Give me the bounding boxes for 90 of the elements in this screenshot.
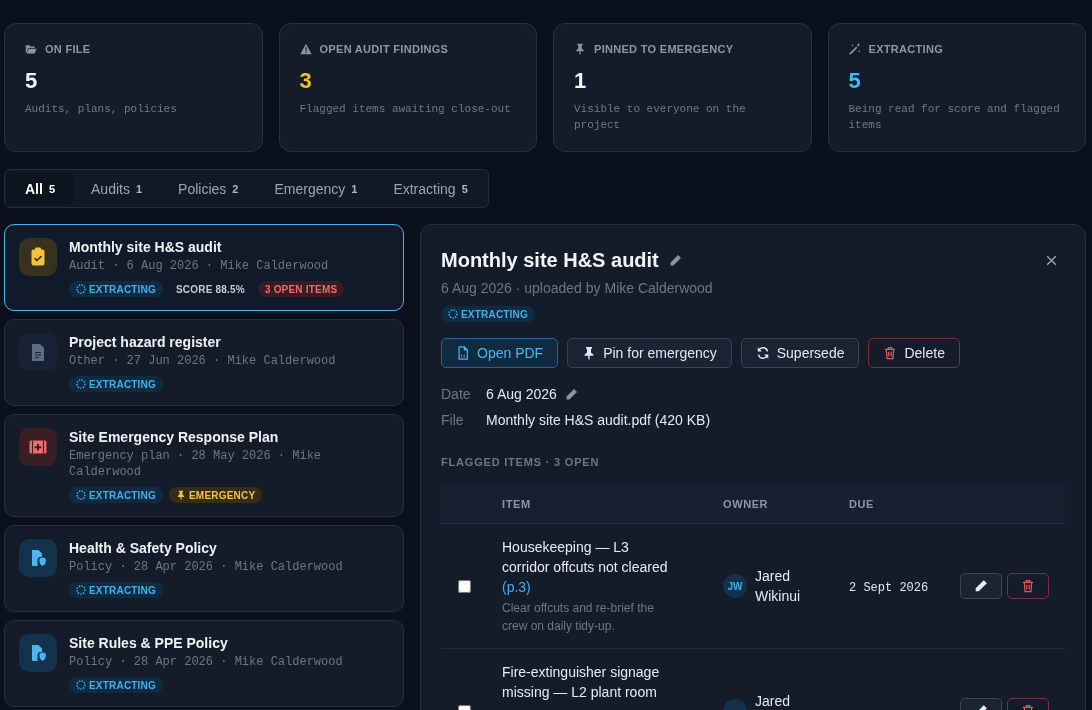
score-label: SCORE 88.5% [175, 282, 246, 297]
filter-tab[interactable]: Audits 1 [73, 172, 161, 205]
file-shield-icon [19, 634, 57, 672]
badge-label: EXTRACTING [461, 308, 528, 320]
warning-icon [299, 43, 312, 55]
delete-button[interactable] [1007, 573, 1049, 599]
trash-icon [1021, 579, 1035, 593]
badge-label: EXTRACTING [89, 378, 156, 390]
document-title: Project hazard register [69, 333, 222, 351]
field-value: Monthly site H&S audit.pdf (420 KB) [486, 411, 711, 430]
spinner-icon [76, 490, 86, 500]
stat-label: PINNED TO EMERGENCY [594, 42, 734, 56]
spinner-icon [76, 680, 86, 690]
badge-label: EXTRACTING [89, 584, 156, 596]
due-date: 2 Sept 2026 [848, 581, 929, 595]
pencil-icon[interactable] [564, 387, 578, 401]
stat-description: Being read for score and flagged items [848, 102, 1061, 133]
document-icon [19, 333, 57, 371]
edit-button[interactable] [960, 573, 1002, 599]
spinner-icon [76, 284, 86, 294]
stat-value: 5 [25, 67, 38, 95]
spinner-icon [448, 309, 458, 319]
document-card[interactable]: Project hazard register Other · 27 Jun 2026 · Mike Calderwood EXTRACTING [4, 319, 404, 406]
filter-tab[interactable]: Extracting 5 [375, 172, 486, 205]
filter-tab[interactable]: All 5 [7, 172, 73, 205]
delete-button[interactable]: Delete [868, 338, 960, 368]
section-heading: FLAGGED ITEMS · 3 OPEN [441, 455, 600, 469]
magic-wand-icon [848, 43, 861, 55]
stat-value: 1 [574, 67, 587, 95]
pencil-icon[interactable] [668, 253, 682, 267]
owner-name: Jared Wikinui [755, 567, 802, 606]
folder-icon [25, 43, 37, 55]
stat-label: EXTRACTING [868, 42, 943, 56]
document-title: Site Rules & PPE Policy [69, 634, 229, 652]
item-title: Housekeeping — L3 corridor offcuts not cleared (p.3) [502, 538, 669, 597]
document-meta: Policy · 28 Apr 2026 · Mike Calderwood [69, 654, 344, 670]
file-shield-icon [19, 539, 57, 577]
row-checkbox[interactable] [457, 579, 471, 593]
badge-label: EXTRACTING [89, 283, 156, 295]
badge-label: EXTRACTING [89, 679, 156, 691]
open-items-badge: 3 OPEN ITEMS [257, 281, 345, 297]
item-note: Clear offcuts and re-brief the crew on daily tidy-up. [502, 600, 655, 635]
stat-description: Audits, plans, policies [25, 102, 178, 117]
pin-icon [574, 43, 586, 55]
document-title: Health & Safety Policy [69, 539, 218, 557]
stat-description: Flagged items awaiting close-out [299, 102, 512, 117]
trash-icon [883, 346, 898, 360]
filter-tab[interactable]: Policies 2 [160, 172, 257, 205]
owner-name: Jared [755, 692, 791, 710]
supersede-button[interactable]: Supersede [740, 338, 860, 368]
pencil-icon[interactable] [974, 579, 988, 593]
refresh-icon [755, 346, 770, 360]
badge-label: EXTRACTING [89, 489, 156, 501]
first-aid-kit-icon [19, 428, 57, 466]
pin-button[interactable]: Pin for emergency [567, 338, 732, 368]
close-icon[interactable] [1046, 254, 1057, 266]
document-meta: Other · 27 Jun 2026 · Mike Calderwood [69, 353, 337, 369]
filter-tab[interactable]: Emergency 1 [256, 172, 376, 205]
pin-icon [176, 490, 186, 500]
detail-subtitle: 6 Aug 2026 · uploaded by Mike Calderwood [441, 279, 714, 298]
detail-title: Monthly site H&S audit [441, 248, 659, 273]
column-header: OWNER [722, 497, 770, 510]
field-value: 6 Aug 2026 [486, 385, 557, 404]
column-header: DUE [848, 497, 876, 510]
item-title: Fire-extinguisher signage missing — L2 plant room [502, 663, 661, 702]
stat-label: OPEN AUDIT FINDINGS [319, 42, 449, 56]
clipboard-check-icon [19, 238, 57, 276]
field-label: Date [441, 385, 472, 404]
spinner-icon [76, 379, 86, 389]
stat-label: ON FILE [45, 42, 91, 56]
document-card[interactable]: Monthly site H&S audit Audit · 6 Aug 2026 · Mike Calderwood EXTRACTING SCORE 88.5% 3 OPEN ITEMS [4, 224, 404, 311]
document-meta: Audit · 6 Aug 2026 · Mike Calderwood [69, 258, 330, 274]
open-pdf-button[interactable]: Open PDF [441, 338, 559, 368]
document-meta: Emergency plan · 28 May 2026 · Mike Calderwood [69, 448, 323, 480]
badge-label: EMERGENCY [189, 489, 256, 501]
document-title: Monthly site H&S audit [69, 238, 223, 256]
file-icon [456, 346, 470, 360]
owner-avatar: JW [723, 574, 747, 598]
stat-value: 5 [848, 67, 861, 95]
document-card[interactable]: Site Emergency Response Plan Emergency plan · 28 May 2026 · Mike Calderwood EXTRACTING EMERGENCY [4, 414, 404, 517]
spinner-icon [76, 585, 86, 595]
stat-value: 3 [299, 67, 312, 95]
document-title: Site Emergency Response Plan [69, 428, 280, 446]
document-card[interactable]: Health & Safety Policy Policy · 28 Apr 2026 · Mike Calderwood EXTRACTING [4, 525, 404, 612]
column-header: ITEM [501, 497, 532, 510]
stat-description: Visible to everyone on the project [574, 102, 747, 133]
page-link[interactable]: (p.3) [502, 579, 531, 595]
document-card[interactable]: Site Rules & PPE Policy Policy · 28 Apr 2026 · Mike Calderwood EXTRACTING [4, 620, 404, 707]
field-label: File [441, 411, 465, 430]
document-meta: Policy · 28 Apr 2026 · Mike Calderwood [69, 559, 344, 575]
